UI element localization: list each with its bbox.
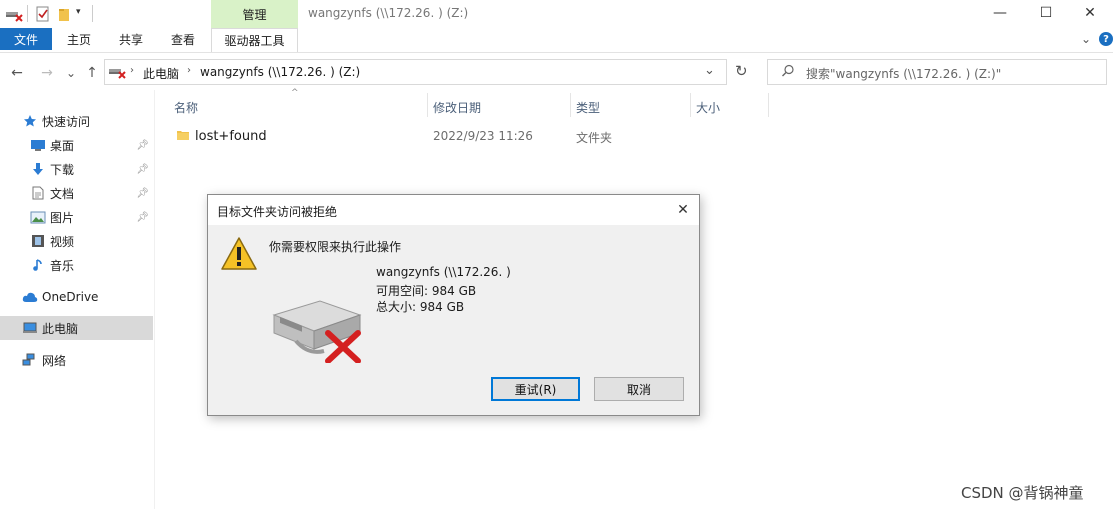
retry-button[interactable]: 重试(R) xyxy=(491,377,580,401)
desktop-icon xyxy=(30,137,46,153)
sidebar-item-this-pc[interactable]: 此电脑 xyxy=(0,316,153,340)
network-drive-icon xyxy=(5,6,23,22)
music-icon xyxy=(30,257,46,273)
sidebar-item-quick-access[interactable]: 快速访问 xyxy=(0,109,153,133)
sidebar-item-label: 下载 xyxy=(50,162,75,177)
drive-name: wangzynfs (\\172.26. ) xyxy=(376,265,511,279)
search-placeholder: 搜索"wangzynfs (\\172.26. ) (Z:)" xyxy=(806,67,1002,81)
search-icon xyxy=(781,64,795,81)
breadcrumb-this-pc[interactable]: 此电脑 xyxy=(143,65,179,82)
sidebar-item-desktop[interactable]: 桌面 📌︎ xyxy=(0,133,153,157)
customize-toolbar-icon[interactable]: ▾ xyxy=(76,7,81,17)
dialog-close-button[interactable]: ✕ xyxy=(672,199,694,221)
sidebar-divider xyxy=(154,90,155,509)
table-row[interactable]: lost+found 2022/9/23 11:26 文件夹 xyxy=(170,124,770,148)
sidebar-item-label: 视频 xyxy=(50,234,75,249)
tab-drive-tools[interactable]: 驱动器工具 xyxy=(211,28,298,52)
free-space: 可用空间: 984 GB xyxy=(376,284,477,298)
help-icon[interactable]: ? xyxy=(1099,32,1113,46)
recent-locations-button[interactable]: ⌄ xyxy=(62,62,80,84)
dialog-title: 目标文件夹访问被拒绝 xyxy=(217,205,338,219)
sidebar-item-label: 文档 xyxy=(50,186,75,201)
video-icon xyxy=(30,233,46,249)
sidebar-item-pictures[interactable]: 图片 📌︎ xyxy=(0,205,153,229)
separator xyxy=(92,5,93,22)
column-header-size[interactable]: 大小 xyxy=(696,99,720,116)
total-size: 总大小: 984 GB xyxy=(376,300,465,314)
address-dropdown-icon[interactable]: ⌄ xyxy=(704,63,715,78)
file-type: 文件夹 xyxy=(576,131,613,145)
title-bar xyxy=(0,0,1113,28)
sidebar-item-label: 图片 xyxy=(50,210,75,225)
separator xyxy=(27,5,28,22)
column-header-type[interactable]: 类型 xyxy=(576,99,600,116)
address-bar[interactable] xyxy=(104,59,727,85)
maximize-button[interactable]: ☐ xyxy=(1023,0,1069,26)
file-name: lost+found xyxy=(195,129,267,144)
column-divider[interactable] xyxy=(570,93,571,117)
sidebar-item-music[interactable]: 音乐 xyxy=(0,253,153,277)
pin-icon: 📌︎ xyxy=(136,163,149,175)
network-icon xyxy=(22,352,38,368)
document-icon xyxy=(30,185,46,201)
sidebar-item-label: OneDrive xyxy=(42,290,99,304)
breadcrumb-drive[interactable]: wangzynfs (\\172.26. ) (Z:) xyxy=(200,65,360,79)
folder-icon xyxy=(176,128,190,145)
close-button[interactable]: ✕ xyxy=(1067,0,1113,26)
column-header-date[interactable]: 修改日期 xyxy=(433,99,481,116)
column-header-name[interactable]: 名称 xyxy=(174,99,198,116)
breadcrumb-separator-icon[interactable]: › xyxy=(187,65,191,76)
download-icon xyxy=(30,161,46,177)
refresh-button[interactable]: ↻ xyxy=(735,62,748,80)
tab-file[interactable]: 文件 xyxy=(0,28,52,50)
forward-button[interactable]: → xyxy=(38,62,56,84)
column-divider[interactable] xyxy=(427,93,428,117)
file-date: 2022/9/23 11:26 xyxy=(433,129,533,143)
pin-icon: 📌︎ xyxy=(136,211,149,223)
star-icon xyxy=(22,113,38,129)
warning-icon xyxy=(220,236,258,275)
cloud-icon xyxy=(22,289,38,305)
tab-view[interactable]: 查看 xyxy=(162,28,204,50)
sidebar-item-documents[interactable]: 文档 📌︎ xyxy=(0,181,153,205)
sidebar-item-label: 音乐 xyxy=(50,258,75,273)
picture-icon xyxy=(30,209,46,225)
sidebar-item-onedrive[interactable]: OneDrive xyxy=(0,285,153,309)
expand-ribbon-icon[interactable]: ⌄ xyxy=(1081,32,1091,46)
dialog-message: 你需要权限来执行此操作 xyxy=(269,240,402,254)
minimize-button[interactable]: — xyxy=(977,0,1023,26)
up-button[interactable]: ↑ xyxy=(83,62,101,84)
sidebar-item-label: 快速访问 xyxy=(42,114,91,129)
sidebar-item-downloads[interactable]: 下载 📌︎ xyxy=(0,157,153,181)
column-divider[interactable] xyxy=(768,93,769,117)
watermark: CSDN @背锅神童 xyxy=(961,484,1084,502)
tab-share[interactable]: 共享 xyxy=(110,28,152,50)
sidebar-item-videos[interactable]: 视频 xyxy=(0,229,153,253)
new-folder-icon[interactable] xyxy=(58,6,74,22)
pin-icon: 📌︎ xyxy=(136,139,149,151)
properties-icon[interactable] xyxy=(36,6,52,22)
tab-home[interactable]: 主页 xyxy=(58,28,100,50)
column-divider[interactable] xyxy=(690,93,691,117)
sidebar-item-label: 桌面 xyxy=(50,138,75,153)
pin-icon: 📌︎ xyxy=(136,187,149,199)
sidebar-item-network[interactable]: 网络 xyxy=(0,348,153,372)
network-drive-icon xyxy=(108,64,126,83)
window-title: wangzynfs (\\172.26. ) (Z:) xyxy=(308,6,469,20)
tab-manage[interactable]: 管理 xyxy=(211,0,298,28)
access-denied-dialog: 目标文件夹访问被拒绝 ✕ 你需要权限来执行此操作 wangzynfs (\\17… xyxy=(207,194,700,416)
sidebar-item-label: 此电脑 xyxy=(42,321,79,336)
cancel-button[interactable]: 取消 xyxy=(594,377,684,401)
breadcrumb-separator-icon[interactable]: › xyxy=(130,65,134,76)
sort-ascending-icon: ^ xyxy=(291,88,299,98)
back-button[interactable]: ← xyxy=(8,62,26,84)
computer-icon xyxy=(22,320,38,336)
sidebar-item-label: 网络 xyxy=(42,353,67,368)
disconnected-drive-icon xyxy=(268,293,368,366)
